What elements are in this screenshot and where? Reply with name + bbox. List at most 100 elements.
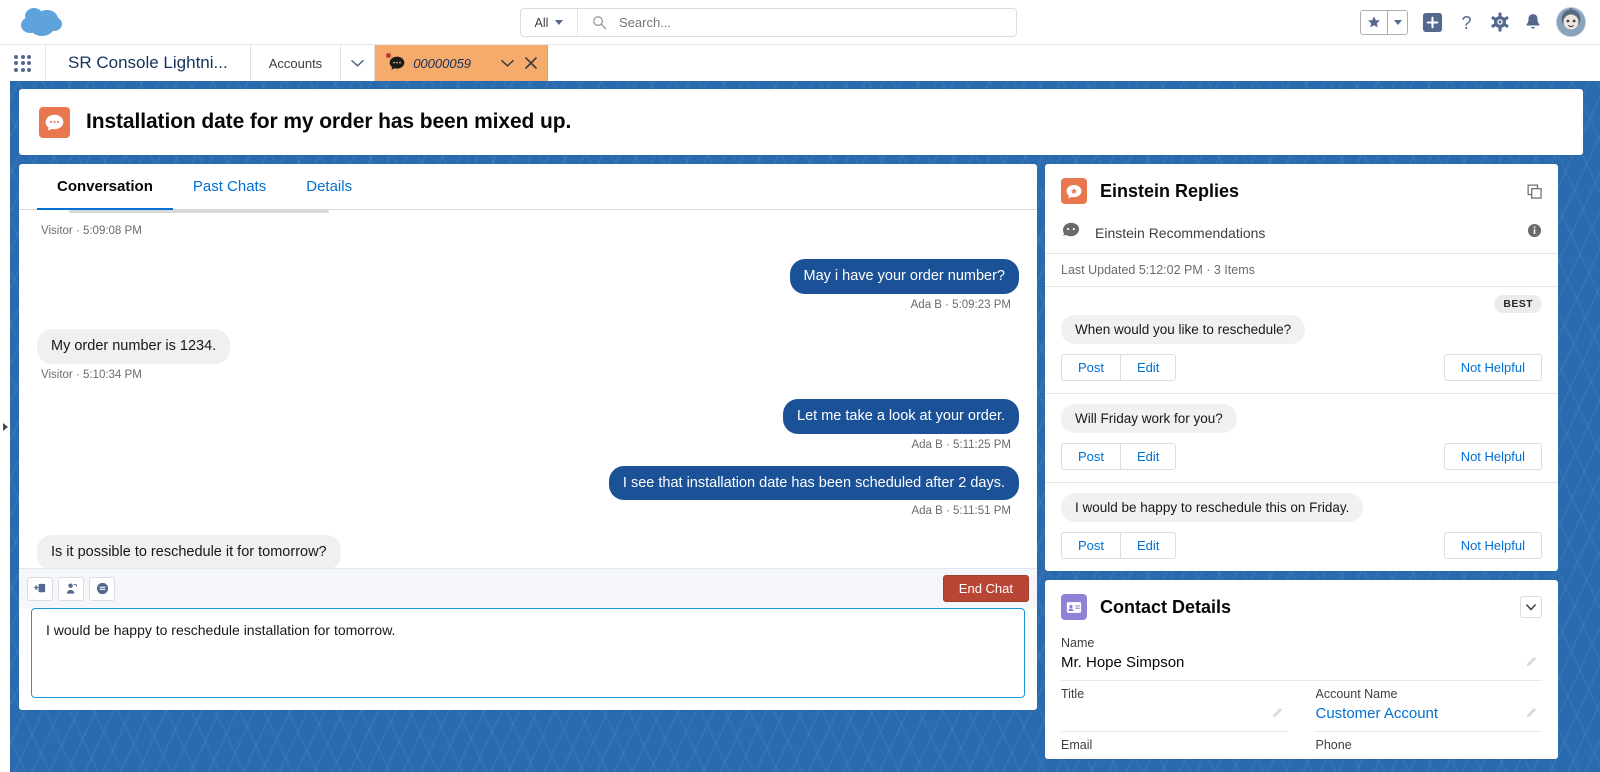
workspace-tab-accounts[interactable]: Accounts <box>251 45 342 81</box>
panel-title: Einstein Replies <box>1100 180 1240 201</box>
global-actions-icon[interactable] <box>1422 12 1443 33</box>
salesforce-cloud-logo[interactable] <box>18 5 64 39</box>
edit-button[interactable]: Edit <box>1121 354 1177 381</box>
left-sidebar-expand-handle[interactable] <box>0 81 10 772</box>
global-search-bar[interactable]: All Search... <box>520 8 1017 37</box>
quick-text-icon[interactable] <box>89 576 115 601</box>
search-scope-selector[interactable]: All <box>521 9 578 36</box>
info-icon[interactable] <box>1527 223 1542 243</box>
contact-field-name: Name Mr. Hope Simpson <box>1061 630 1542 681</box>
message-bubble: Is it possible to reschedule it for tomo… <box>37 535 341 568</box>
message-bubble: My order number is 1234. <box>37 328 231 364</box>
post-button[interactable]: Post <box>1061 354 1122 381</box>
live-chat-transcript-icon <box>39 106 70 138</box>
message-bubble: Let me take a look at your order. <box>783 398 1019 434</box>
account-name-link[interactable]: Customer Account <box>1316 705 1543 724</box>
message-meta: Ada B · 5:11:51 PM <box>911 505 1011 518</box>
reply-text: When would you like to reschedule? <box>1061 315 1306 344</box>
message-meta: Ada B · 5:09:23 PM <box>910 298 1011 311</box>
end-chat-button[interactable]: End Chat <box>942 575 1029 602</box>
tab-past-chats[interactable]: Past Chats <box>173 164 286 210</box>
tab-details[interactable]: Details <box>286 164 372 210</box>
best-badge: BEST <box>1494 295 1542 313</box>
chat-action-toolbar: End Chat <box>19 568 1037 608</box>
scroll-indicator <box>69 210 329 213</box>
message-composer-input[interactable]: I would be happy to reschedule installat… <box>31 608 1025 698</box>
collapse-panel-icon[interactable] <box>1520 596 1542 618</box>
not-helpful-button[interactable]: Not Helpful <box>1443 532 1542 559</box>
workspace-tab-chat-00000059[interactable]: 00000059 <box>375 45 549 81</box>
chat-message: Let me take a look at your order. Ada B … <box>37 398 1019 451</box>
chat-message: I see that installation date has been sc… <box>37 465 1019 518</box>
contact-field-account-name: Account Name Customer Account <box>1315 681 1543 732</box>
einstein-replies-icon <box>1061 178 1087 204</box>
pencil-icon[interactable] <box>1272 705 1284 723</box>
transfer-chat-icon[interactable] <box>27 576 53 601</box>
notifications-bell-icon[interactable] <box>1524 12 1542 32</box>
einstein-reply-item: I would be happy to reschedule this on F… <box>1045 483 1558 571</box>
edit-button[interactable]: Edit <box>1121 443 1177 470</box>
not-helpful-button[interactable]: Not Helpful <box>1443 354 1542 381</box>
not-helpful-button[interactable]: Not Helpful <box>1443 443 1542 470</box>
post-button[interactable]: Post <box>1061 443 1122 470</box>
pencil-icon[interactable] <box>1526 705 1538 723</box>
einstein-reply-item: BEST When would you like to reschedule? … <box>1045 287 1558 394</box>
favorites-dropdown-icon[interactable] <box>1387 10 1407 34</box>
workspace-tab-menu-icon[interactable] <box>501 59 514 68</box>
workspace-tab-label: 00000059 <box>413 55 472 71</box>
contact-field-title: Title <box>1061 681 1288 732</box>
tab-conversation[interactable]: Conversation <box>37 164 173 210</box>
last-updated-text: Last Updated 5:12:02 PM · 3 Items <box>1045 254 1558 287</box>
chat-message: My order number is 1234. Visitor · 5:10:… <box>37 328 1019 381</box>
user-avatar[interactable] <box>1556 7 1586 37</box>
help-icon[interactable]: ? <box>1457 12 1476 33</box>
contact-field-email: Email <box>1061 732 1288 759</box>
tab-label: Details <box>306 177 353 195</box>
chat-message: Is it possible to reschedule it for tomo… <box>37 535 1019 568</box>
chat-message: May i have your order number? Ada B · 5:… <box>37 259 1019 311</box>
page-title: Installation date for my order has been … <box>86 110 572 133</box>
workspace-tab-close-icon[interactable] <box>525 57 537 69</box>
einstein-head-icon <box>1061 222 1081 243</box>
einstein-replies-panel: Einstein Replies Einstein Recommendation… <box>1045 164 1558 571</box>
contact-details-panel: Contact Details Name Mr. Hope Simpson Ti… <box>1045 580 1558 759</box>
edit-button[interactable]: Edit <box>1121 532 1177 559</box>
chat-transcript-scroll[interactable]: Visitor · 5:09:08 PM May i have your ord… <box>19 210 1037 568</box>
workspace-tab-bar: SR Console Lightni... Accounts 00000059 <box>0 44 1600 81</box>
chevron-right-icon <box>2 422 8 431</box>
message-meta: Visitor · 5:10:34 PM <box>41 368 142 381</box>
conversation-card: Conversation Past Chats Details Visitor … <box>19 164 1037 710</box>
field-value: Mr. Hope Simpson <box>1061 654 1185 671</box>
favorites-star-icon[interactable] <box>1361 10 1387 34</box>
workspace-canvas: Installation date for my order has been … <box>0 81 1600 772</box>
tab-label: Conversation <box>57 177 153 195</box>
app-launcher-icon[interactable] <box>0 45 46 81</box>
contact-field-list: Name Mr. Hope Simpson Title Account Name… <box>1045 630 1558 759</box>
field-label: Email <box>1061 738 1093 752</box>
pencil-icon[interactable] <box>1526 654 1538 672</box>
setup-gear-icon[interactable] <box>1490 12 1510 32</box>
app-name[interactable]: SR Console Lightni... <box>46 45 251 81</box>
svg-text:?: ? <box>1461 13 1471 33</box>
post-button[interactable]: Post <box>1061 532 1122 559</box>
field-label: Title <box>1061 687 1085 701</box>
add-agent-icon[interactable] <box>58 576 84 601</box>
workspace-tabs-overflow-icon[interactable] <box>341 45 376 81</box>
message-meta: Ada B · 5:11:25 PM <box>911 438 1011 451</box>
expand-panel-icon[interactable] <box>1527 184 1542 199</box>
einstein-recommendations-row: Einstein Recommendations <box>1045 216 1558 254</box>
message-meta: Visitor · 5:09:08 PM <box>41 225 142 237</box>
contact-card-icon <box>1061 594 1087 620</box>
global-header: All Search... ? <box>0 0 1600 44</box>
workspace-tab-label: Accounts <box>268 55 323 71</box>
favorites-group[interactable] <box>1360 9 1408 35</box>
search-input[interactable]: Search... <box>619 15 671 30</box>
reply-text: Will Friday work for you? <box>1061 404 1237 433</box>
search-scope-label: All <box>534 15 549 30</box>
chevron-down-icon <box>555 20 564 25</box>
field-label: Name <box>1061 636 1095 650</box>
chat-bubble-icon <box>389 56 405 70</box>
reply-text: I would be happy to reschedule this on F… <box>1061 493 1364 522</box>
message-bubble: I see that installation date has been sc… <box>608 465 1019 501</box>
field-value <box>1061 705 1288 724</box>
